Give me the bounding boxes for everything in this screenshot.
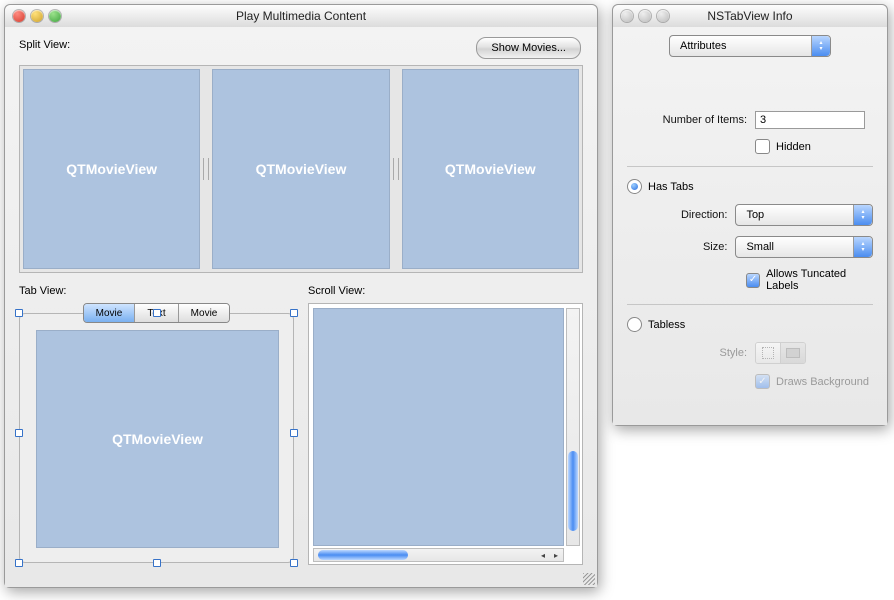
direction-label: Direction: bbox=[627, 209, 727, 221]
split-divider-2[interactable] bbox=[392, 69, 400, 269]
split-pane-2[interactable]: QTMovieView bbox=[212, 69, 389, 269]
inspector-section-popup[interactable]: Attributes ▴▾ bbox=[669, 35, 831, 57]
movie-placeholder: QTMovieView bbox=[112, 431, 203, 447]
split-view-label: Split View: bbox=[19, 39, 70, 51]
close-icon[interactable] bbox=[13, 10, 25, 22]
tabless-label: Tabless bbox=[648, 319, 685, 331]
size-label: Size: bbox=[627, 241, 727, 253]
direction-value: Top bbox=[746, 209, 764, 221]
vertical-scroll-thumb[interactable] bbox=[568, 451, 578, 531]
selection-handle[interactable] bbox=[290, 559, 298, 567]
hidden-checkbox[interactable] bbox=[755, 139, 770, 154]
scroll-content[interactable] bbox=[313, 308, 564, 546]
main-window: Play Multimedia Content Split View: Show… bbox=[4, 4, 598, 588]
draws-bg-checkbox bbox=[755, 374, 770, 389]
scroll-right-icon[interactable]: ▸ bbox=[550, 549, 562, 561]
movie-placeholder: QTMovieView bbox=[445, 161, 536, 177]
minimize-icon[interactable] bbox=[31, 10, 43, 22]
truncate-checkbox[interactable] bbox=[746, 273, 760, 288]
tab-movie-pane[interactable]: QTMovieView bbox=[36, 330, 279, 548]
tab-content: QTMovieView bbox=[19, 313, 294, 563]
zoom-icon[interactable] bbox=[657, 10, 669, 22]
movie-placeholder: QTMovieView bbox=[256, 161, 347, 177]
style-line-icon bbox=[781, 343, 805, 363]
movie-placeholder: QTMovieView bbox=[66, 161, 157, 177]
selection-handle[interactable] bbox=[15, 309, 23, 317]
split-view: QTMovieView QTMovieView QTMovieView bbox=[19, 65, 583, 273]
size-popup[interactable]: Small ▴▾ bbox=[735, 236, 873, 258]
selection-handle[interactable] bbox=[153, 559, 161, 567]
selection-handle[interactable] bbox=[290, 309, 298, 317]
split-divider-1[interactable] bbox=[202, 69, 210, 269]
horizontal-scrollbar[interactable]: ◂ ▸ bbox=[313, 548, 564, 562]
scroll-view: ◂ ▸ bbox=[308, 303, 583, 565]
split-pane-3[interactable]: QTMovieView bbox=[402, 69, 579, 269]
tab-view[interactable]: Movie Text Movie QTMovieView bbox=[19, 303, 294, 563]
tab-movie-1[interactable]: Movie bbox=[84, 304, 136, 322]
selection-handle[interactable] bbox=[290, 429, 298, 437]
style-label: Style: bbox=[627, 347, 747, 359]
show-movies-button[interactable]: Show Movies... bbox=[476, 37, 581, 59]
split-pane-1[interactable]: QTMovieView bbox=[23, 69, 200, 269]
window-title: Play Multimedia Content bbox=[5, 9, 597, 23]
tabless-radio[interactable] bbox=[627, 317, 642, 332]
main-titlebar[interactable]: Play Multimedia Content bbox=[5, 5, 597, 28]
popup-arrows-icon: ▴▾ bbox=[853, 237, 872, 257]
popup-arrows-icon: ▴▾ bbox=[853, 205, 872, 225]
popup-arrows-icon: ▴▾ bbox=[811, 36, 830, 56]
truncate-label: Allows Tuncated Labels bbox=[766, 268, 873, 292]
selection-handle[interactable] bbox=[153, 309, 161, 317]
inspector-titlebar[interactable]: NSTabView Info bbox=[613, 5, 887, 28]
close-icon[interactable] bbox=[621, 10, 633, 22]
style-bezel-icon bbox=[756, 343, 781, 363]
divider bbox=[627, 304, 873, 305]
vertical-scrollbar[interactable] bbox=[566, 308, 580, 546]
horizontal-scroll-thumb[interactable] bbox=[318, 550, 408, 560]
has-tabs-radio[interactable] bbox=[627, 179, 642, 194]
zoom-icon[interactable] bbox=[49, 10, 61, 22]
tab-view-label: Tab View: bbox=[19, 285, 67, 297]
selection-handle[interactable] bbox=[15, 559, 23, 567]
inspector-window: NSTabView Info Attributes ▴▾ Number of I… bbox=[612, 4, 888, 426]
direction-popup[interactable]: Top ▴▾ bbox=[735, 204, 873, 226]
size-value: Small bbox=[746, 241, 774, 253]
divider bbox=[627, 166, 873, 167]
hidden-label: Hidden bbox=[776, 141, 811, 153]
selection-handle[interactable] bbox=[15, 429, 23, 437]
tab-movie-2[interactable]: Movie bbox=[179, 304, 230, 322]
scroll-left-icon[interactable]: ◂ bbox=[537, 549, 549, 561]
inspector-section-value: Attributes bbox=[680, 40, 726, 52]
scroll-view-label: Scroll View: bbox=[308, 285, 365, 297]
draws-bg-label: Draws Background bbox=[776, 376, 869, 388]
minimize-icon[interactable] bbox=[639, 10, 651, 22]
resize-grip-icon[interactable] bbox=[583, 573, 595, 585]
has-tabs-label: Has Tabs bbox=[648, 181, 694, 193]
num-items-label: Number of Items: bbox=[627, 114, 747, 126]
style-segment bbox=[755, 342, 806, 364]
num-items-field[interactable] bbox=[755, 111, 865, 129]
